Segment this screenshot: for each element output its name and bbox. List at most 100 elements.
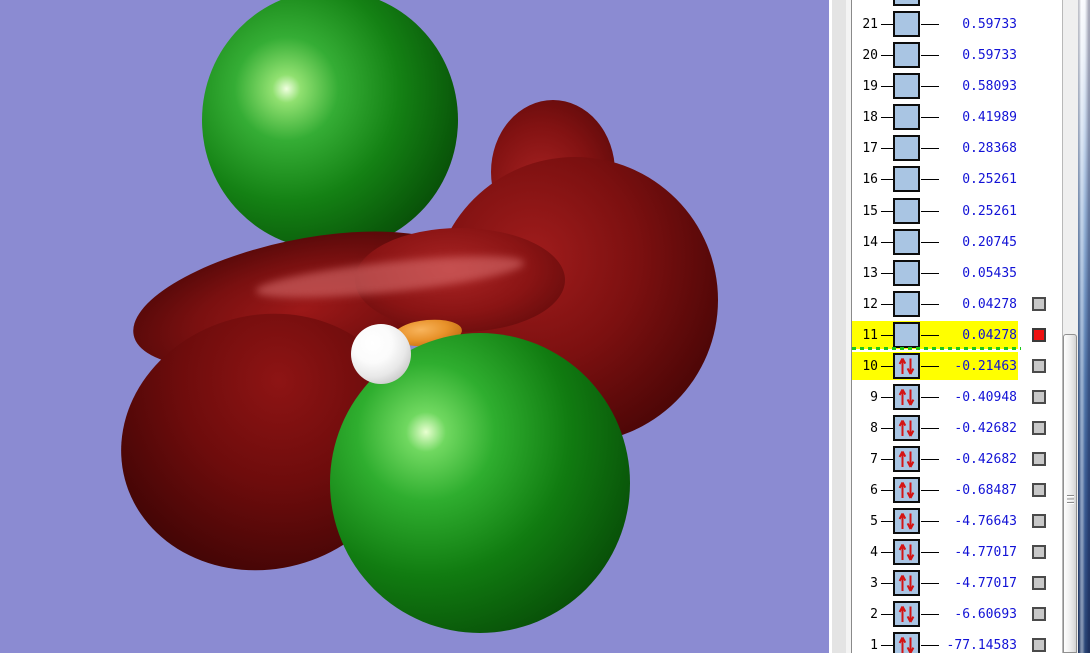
orbital-row[interactable]: 10 -0.21463	[852, 351, 1062, 382]
orbital-index: 3	[870, 576, 878, 592]
orbital-indicator[interactable]	[1032, 389, 1046, 404]
orbital-index: 21	[862, 17, 878, 33]
orbital-row[interactable]: 20 0.59733	[852, 40, 1062, 71]
orbital-energy: -4.76643	[954, 514, 1017, 529]
orbital-energy: -0.40948	[954, 389, 1017, 405]
level-line-left	[881, 427, 893, 429]
level-line-left	[881, 210, 893, 212]
hydrogen-atom-sphere	[351, 324, 411, 384]
orbital-row[interactable]: 6 -0.68487	[852, 475, 1062, 506]
pane-divider[interactable]	[829, 0, 852, 653]
orbital-row[interactable]: 7 -0.42682	[852, 444, 1062, 475]
orbital-energy: 0.04278	[962, 296, 1017, 312]
orbital-energy: 0.58093	[962, 79, 1017, 95]
orbital-row[interactable]: 1 -77.14583	[852, 630, 1062, 653]
level-line-left	[881, 614, 893, 616]
level-line-left	[881, 458, 893, 460]
orbital-index: 20	[862, 48, 878, 64]
orbital-energy: 0.20745	[962, 234, 1017, 250]
orbital-row[interactable]: 12 0.04278	[852, 289, 1062, 320]
level-line-left	[881, 55, 893, 57]
scrollbar-grip-icon	[1067, 495, 1074, 505]
orbital-index: 12	[862, 296, 878, 312]
level-line-left	[881, 86, 893, 88]
orbital-indicator[interactable]	[1032, 514, 1046, 528]
window-edge	[1078, 0, 1090, 653]
level-line-left	[881, 117, 893, 119]
orbital-indicator[interactable]	[1032, 576, 1046, 591]
orbital-row[interactable]: 5 -4.76643	[852, 506, 1062, 537]
molecule-3d-viewport[interactable]	[0, 0, 829, 653]
level-line-left	[881, 24, 893, 26]
orbital-energy: 0.28368	[962, 141, 1017, 157]
orbital-indicator[interactable]	[1032, 296, 1046, 311]
orbital-energy: -6.60693	[954, 607, 1017, 623]
level-line-left	[881, 148, 893, 150]
scrollbar-thumb[interactable]	[1063, 334, 1077, 653]
orbital-index: 1	[870, 638, 878, 653]
orbital-energy: -0.42682	[954, 420, 1017, 436]
orbital-row[interactable]: 19 0.58093	[852, 71, 1062, 102]
orbital-row[interactable]: 8 -0.42682	[852, 413, 1062, 444]
orbital-energy: 0.05435	[962, 265, 1017, 281]
orbital-energy: 0.41989	[962, 110, 1017, 126]
orbital-row[interactable]: 2 -6.60693	[852, 599, 1062, 630]
orbital-row[interactable]: 3 -4.77017	[852, 568, 1062, 599]
level-line-left	[881, 365, 893, 367]
level-line-left	[881, 303, 893, 305]
orbital-energy: -77.14583	[946, 638, 1017, 653]
orbital-index: 4	[870, 545, 878, 561]
orbital-index: 6	[870, 482, 878, 498]
orbital-index: 7	[870, 451, 878, 467]
level-line-left	[881, 272, 893, 274]
orbital-row[interactable]: 4 -4.77017	[852, 537, 1062, 568]
orbital-row[interactable]: 14 0.20745	[852, 227, 1062, 258]
orbital-energy: 0.59733	[962, 17, 1017, 33]
orbital-energy: -0.42682	[954, 451, 1017, 467]
orbital-energy: -4.77017	[954, 576, 1017, 592]
orbital-energy: -0.68487	[954, 482, 1017, 498]
orbital-energy: 0.25261	[962, 172, 1017, 188]
orbital-indicator[interactable]	[1032, 327, 1046, 342]
orbital-energy: 0.25261	[962, 203, 1017, 219]
orbital-indicator[interactable]	[1032, 638, 1046, 653]
orbital-index: 17	[862, 141, 878, 157]
orbital-index: 19	[862, 79, 878, 95]
orbital-indicator[interactable]	[1032, 482, 1046, 497]
orbital-row[interactable]: 18 0.41989	[852, 102, 1062, 133]
orbital-index: 13	[862, 265, 878, 281]
orbital-indicator[interactable]	[1032, 607, 1046, 622]
orbital-row[interactable]: 21 0.59733	[852, 9, 1062, 40]
green-orbital-lobe-top	[202, 0, 458, 250]
level-line-left	[881, 179, 893, 181]
level-line-left	[881, 645, 893, 647]
level-line-left	[881, 489, 893, 491]
level-line-left	[881, 521, 893, 522]
level-line-left	[881, 241, 893, 243]
orbital-energy: -4.77017	[954, 545, 1017, 561]
orbital-index: 15	[862, 203, 878, 219]
orbital-indicator[interactable]	[1032, 545, 1046, 560]
orbital-row[interactable]: 9 -0.40948	[852, 382, 1062, 413]
orbital-energy-panel: 21 0.59733 20 0.59733 19 0.58093 18 0.41…	[852, 0, 1062, 653]
orbital-index: 16	[862, 172, 878, 188]
orbital-index: 8	[870, 420, 878, 436]
level-line-left	[881, 396, 893, 398]
orbital-level-box-partial[interactable]	[893, 0, 920, 6]
orbital-index: 18	[862, 110, 878, 126]
orbital-index: 14	[862, 234, 878, 250]
orbital-energy: -0.21463	[954, 358, 1017, 374]
orbital-indicator[interactable]	[1032, 420, 1046, 435]
orbital-energy: 0.59733	[962, 48, 1017, 64]
orbital-index: 5	[870, 514, 878, 529]
orbital-indicator[interactable]	[1032, 358, 1046, 373]
orbital-row[interactable]: 17 0.28368	[852, 133, 1062, 164]
orbital-index: 10	[862, 358, 878, 374]
level-line-left	[881, 334, 893, 336]
orbital-row[interactable]: 16 0.25261	[852, 164, 1062, 195]
homo-lumo-divider	[852, 347, 1021, 350]
orbital-row[interactable]: 15 0.25261	[852, 196, 1062, 227]
orbital-index: 2	[870, 607, 878, 623]
orbital-indicator[interactable]	[1032, 451, 1046, 466]
orbital-row[interactable]: 13 0.05435	[852, 258, 1062, 289]
